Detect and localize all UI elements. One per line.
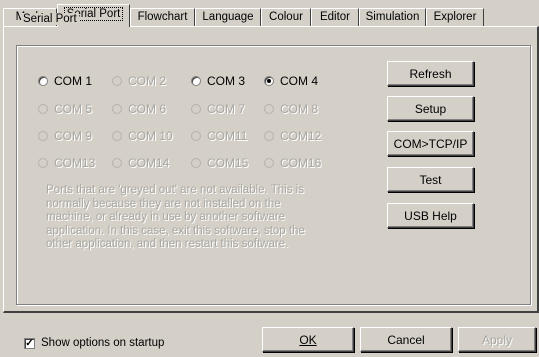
radio-button-icon: [112, 104, 122, 114]
ok-button[interactable]: OK: [262, 327, 354, 352]
com-port-label: COM13: [54, 156, 96, 170]
radio-button-icon: [191, 104, 201, 114]
com-port-option: COM 7: [191, 101, 245, 117]
com-port-option: COM 6: [112, 101, 166, 117]
refresh-button[interactable]: Refresh: [387, 61, 474, 86]
radio-button-icon: [191, 158, 201, 168]
radio-button-icon: [264, 158, 274, 168]
com-port-label: COM16: [280, 156, 322, 170]
radio-button-icon: [264, 131, 274, 141]
com-port-option: COM 5: [38, 101, 92, 117]
cancel-button[interactable]: Cancel: [360, 327, 452, 352]
radio-button-icon: [264, 104, 274, 114]
show-options-on-startup[interactable]: ✓ Show options on startup: [24, 337, 164, 349]
com-port-label: COM12: [280, 129, 322, 143]
com-port-label: COM 9: [54, 129, 93, 143]
radio-button-icon: [38, 158, 48, 168]
radio-button-icon[interactable]: [191, 76, 201, 86]
tab-language[interactable]: Language: [195, 8, 261, 26]
com-port-label: COM14: [128, 156, 170, 170]
radio-button-icon: [191, 131, 201, 141]
com-port-label: COM 7: [207, 102, 246, 116]
radio-button-icon[interactable]: [38, 76, 48, 86]
com-port-option[interactable]: COM 3: [191, 73, 245, 89]
com-port-option: COM 8: [264, 101, 318, 117]
tab-editor[interactable]: Editor: [311, 8, 359, 26]
usb-help-button[interactable]: USB Help: [387, 203, 474, 228]
com-port-option: COM12: [264, 128, 321, 144]
com-port-label: COM 8: [280, 102, 319, 116]
radio-button-icon: [112, 131, 122, 141]
com-tcpip-button[interactable]: COM>TCP/IP: [387, 131, 474, 156]
tab-flowchart[interactable]: Flowchart: [130, 8, 195, 26]
tab-simulation[interactable]: Simulation: [359, 8, 426, 26]
serial-port-group-title: Serial Port: [21, 13, 79, 25]
radio-button-icon: [112, 158, 122, 168]
tab-bar: Mode Serial Port Flowchart Language Colo…: [0, 0, 539, 28]
radio-button-icon[interactable]: [264, 76, 274, 86]
com-port-option: COM11: [191, 128, 247, 144]
com-port-label: COM 10: [128, 129, 173, 143]
com-port-option: COM16: [264, 155, 321, 171]
com-port-option: COM13: [38, 155, 95, 171]
tab-explorer[interactable]: Explorer: [426, 8, 484, 26]
com-port-label: COM 1: [54, 74, 93, 88]
com-port-label: COM11: [207, 129, 248, 143]
show-options-checkbox[interactable]: ✓: [24, 337, 35, 349]
com-port-option: COM15: [191, 155, 248, 171]
com-port-label: COM15: [207, 156, 249, 170]
radio-button-icon: [38, 104, 48, 114]
com-port-label: COM 3: [207, 74, 246, 88]
com-port-label: COM 2: [128, 74, 167, 88]
radio-button-icon: [38, 131, 48, 141]
com-port-option: COM14: [112, 155, 169, 171]
setup-button[interactable]: Setup: [387, 96, 474, 121]
com-port-option: COM 2: [112, 73, 166, 89]
test-button[interactable]: Test: [387, 167, 474, 192]
ok-button-label: OK: [299, 332, 317, 347]
com-port-option[interactable]: COM 1: [38, 73, 92, 89]
com-port-option: COM 10: [112, 128, 173, 144]
apply-button-label: Apply: [481, 332, 513, 347]
com-port-label: COM 4: [280, 74, 319, 88]
radio-button-icon: [112, 76, 122, 86]
show-options-label: Show options on startup: [41, 337, 165, 349]
com-port-label: COM 5: [54, 102, 93, 116]
com-port-option[interactable]: COM 4: [264, 73, 318, 89]
cancel-button-label: Cancel: [387, 332, 425, 347]
tab-colour[interactable]: Colour: [261, 8, 311, 26]
com-port-option: COM 9: [38, 128, 92, 144]
apply-button[interactable]: Apply: [458, 327, 536, 352]
com-port-label: COM 6: [128, 102, 167, 116]
